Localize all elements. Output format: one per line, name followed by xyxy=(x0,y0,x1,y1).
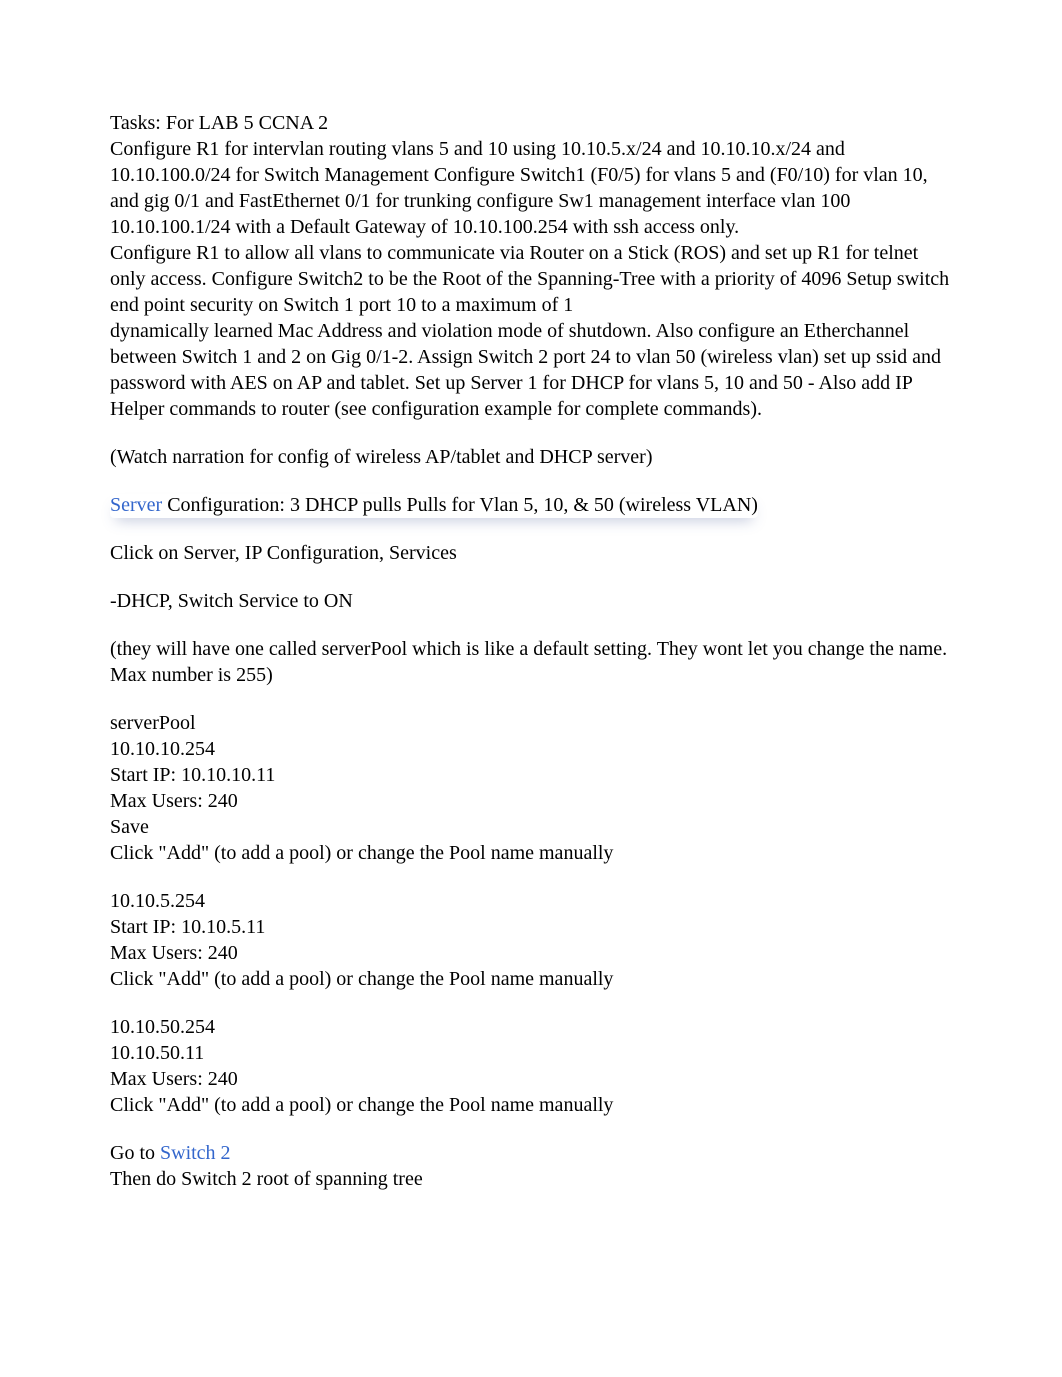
switch2-label: Switch 2 xyxy=(160,1142,231,1164)
pool-note-line: (they will have one called serverPool wh… xyxy=(110,636,952,688)
pool2-block: 10.10.5.254 Start IP: 10.10.5.11 Max Use… xyxy=(110,888,952,992)
pool1-block: serverPool 10.10.10.254 Start IP: 10.10.… xyxy=(110,710,952,866)
pool1-gateway: 10.10.10.254 xyxy=(110,736,952,762)
pool1-name: serverPool xyxy=(110,710,952,736)
pool3-gateway: 10.10.50.254 xyxy=(110,1014,952,1040)
watch-note-block: (Watch narration for config of wireless … xyxy=(110,444,952,470)
doc-title: Tasks: For LAB 5 CCNA 2 xyxy=(110,110,952,136)
pool1-start: Start IP: 10.10.10.11 xyxy=(110,762,952,788)
pool3-start: 10.10.50.11 xyxy=(110,1040,952,1066)
pool3-add: Click "Add" (to add a pool) or change th… xyxy=(110,1092,952,1118)
server-label: Server xyxy=(110,494,162,516)
switch2-root-line: Then do Switch 2 root of spanning tree xyxy=(110,1166,952,1192)
pool2-start: Start IP: 10.10.5.11 xyxy=(110,914,952,940)
pool3-max: Max Users: 240 xyxy=(110,1066,952,1092)
server-config-rest: Configuration: 3 DHCP pulls Pulls for Vl… xyxy=(162,494,758,516)
intro-line-2: Configure R1 to allow all vlans to commu… xyxy=(110,240,952,318)
watch-note: (Watch narration for config of wireless … xyxy=(110,444,952,470)
pool-note-block: (they will have one called serverPool wh… xyxy=(110,636,952,688)
pool2-gateway: 10.10.5.254 xyxy=(110,888,952,914)
click-server-line: Click on Server, IP Configuration, Servi… xyxy=(110,540,952,566)
pool1-max: Max Users: 240 xyxy=(110,788,952,814)
pool2-max: Max Users: 240 xyxy=(110,940,952,966)
dhcp-on-block: -DHCP, Switch Service to ON xyxy=(110,588,952,614)
intro-block: Tasks: For LAB 5 CCNA 2 Configure R1 for… xyxy=(110,110,952,422)
pool3-block: 10.10.50.254 10.10.50.11 Max Users: 240 … xyxy=(110,1014,952,1118)
goto-prefix: Go to xyxy=(110,1142,160,1164)
document-page: Tasks: For LAB 5 CCNA 2 Configure R1 for… xyxy=(0,0,1062,1377)
pool2-add: Click "Add" (to add a pool) or change th… xyxy=(110,966,952,992)
intro-line-1: Configure R1 for intervlan routing vlans… xyxy=(110,136,952,240)
pool1-save: Save xyxy=(110,814,952,840)
server-config-block: Server Configuration: 3 DHCP pulls Pulls… xyxy=(110,492,952,518)
dhcp-on-line: -DHCP, Switch Service to ON xyxy=(110,588,952,614)
server-config-line: Server Configuration: 3 DHCP pulls Pulls… xyxy=(110,494,758,518)
pool1-add: Click "Add" (to add a pool) or change th… xyxy=(110,840,952,866)
goto-switch2-line: Go to Switch 2 xyxy=(110,1140,952,1166)
switch2-block: Go to Switch 2 Then do Switch 2 root of … xyxy=(110,1140,952,1192)
click-server-block: Click on Server, IP Configuration, Servi… xyxy=(110,540,952,566)
intro-line-3: dynamically learned Mac Address and viol… xyxy=(110,318,952,422)
